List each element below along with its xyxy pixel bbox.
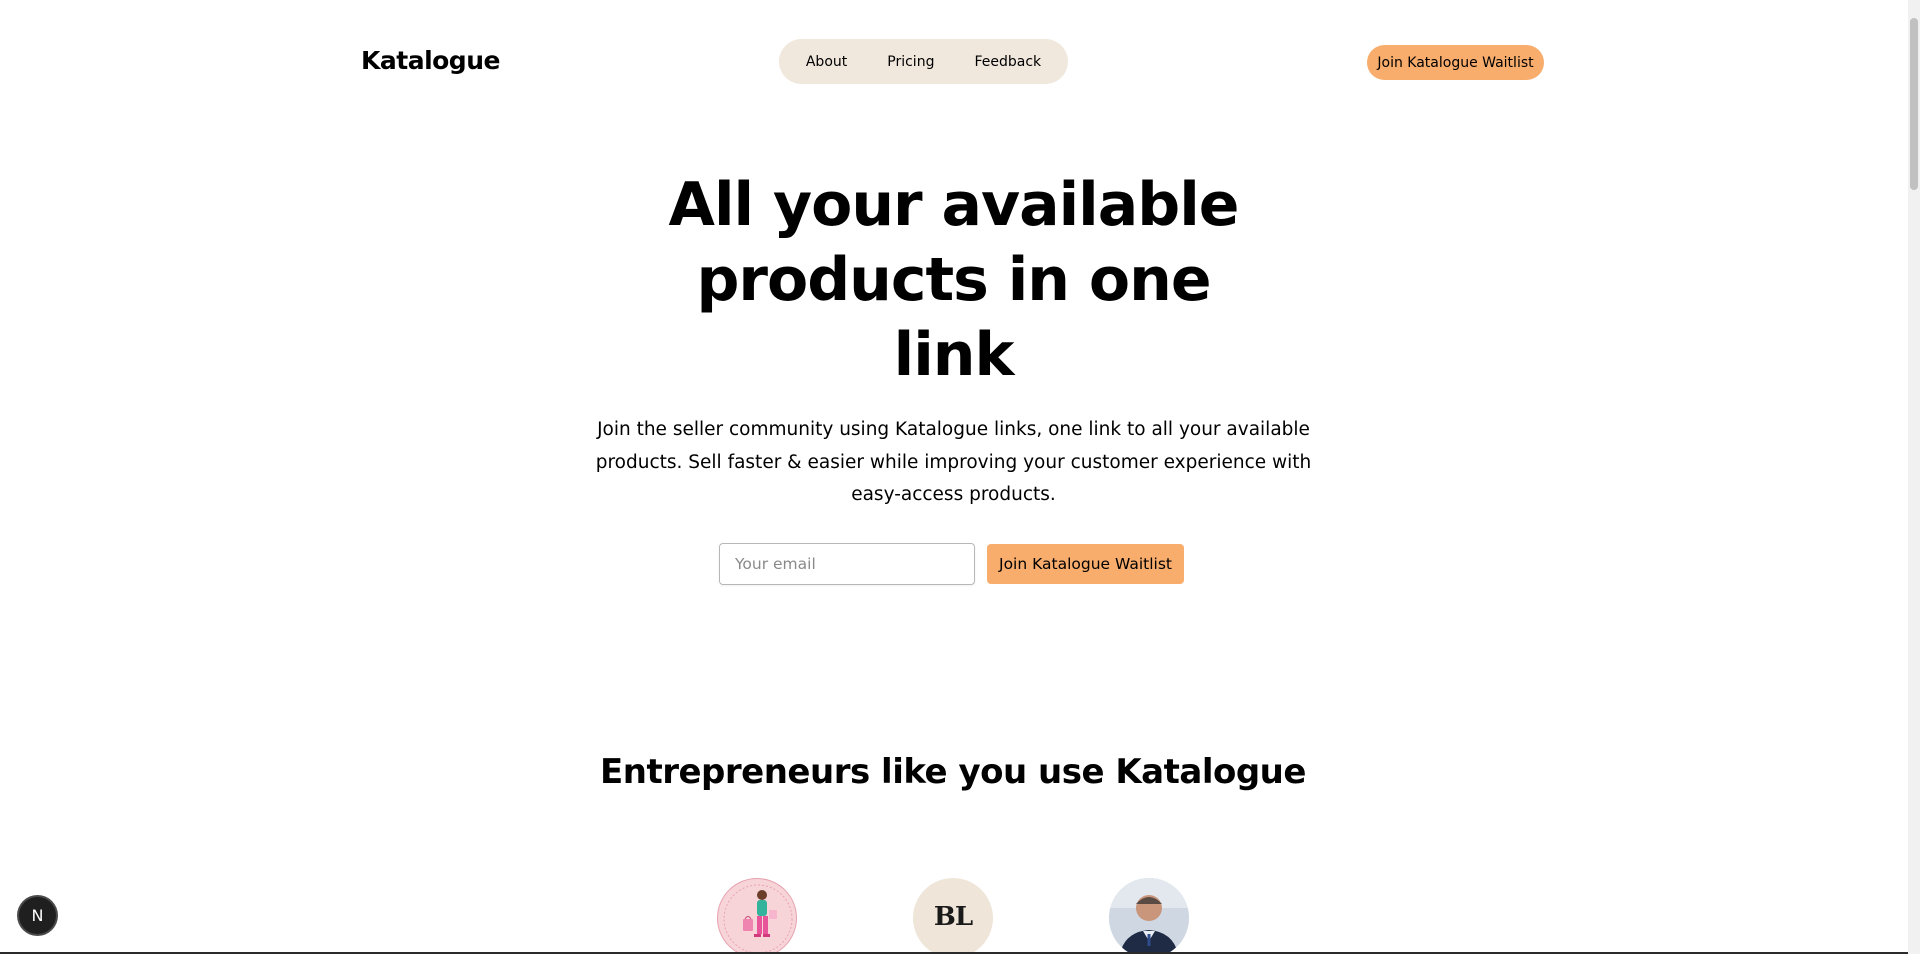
waitlist-form: Join Katalogue Waitlist (719, 543, 1184, 585)
join-waitlist-header-button[interactable]: Join Katalogue Waitlist (1367, 45, 1544, 80)
person-photo-avatar (1109, 878, 1189, 954)
bl-logo-avatar: BL (913, 878, 993, 954)
brand-logo[interactable]: Katalogue (361, 46, 500, 75)
join-waitlist-button[interactable]: Join Katalogue Waitlist (987, 544, 1184, 584)
bl-logo-mark: BL (933, 902, 973, 932)
shopper-illustration-avatar (717, 878, 797, 954)
site-header: Katalogue About Pricing Feedback Join Ka… (0, 0, 1908, 125)
scrollbar-thumb[interactable] (1910, 18, 1918, 190)
shopper-illustration-icon (723, 884, 793, 954)
main-nav: About Pricing Feedback (779, 39, 1068, 84)
page: Katalogue About Pricing Feedback Join Ka… (0, 0, 1920, 954)
nav-item-feedback[interactable]: Feedback (954, 54, 1061, 70)
hero-subtitle: Join the seller community using Katalogu… (595, 419, 1312, 505)
nextjs-dev-indicator[interactable]: N (19, 897, 56, 934)
nextjs-icon: N (31, 906, 44, 925)
nav-item-about[interactable]: About (786, 54, 867, 70)
vertical-scrollbar[interactable] (1908, 0, 1920, 954)
email-input[interactable] (719, 543, 975, 585)
hero-title: All your available products in one link (668, 170, 1240, 390)
nav-item-pricing[interactable]: Pricing (867, 54, 954, 70)
person-photo-icon (1109, 878, 1189, 954)
entrepreneurs-heading: Entrepreneurs like you use Katalogue (600, 752, 1306, 792)
